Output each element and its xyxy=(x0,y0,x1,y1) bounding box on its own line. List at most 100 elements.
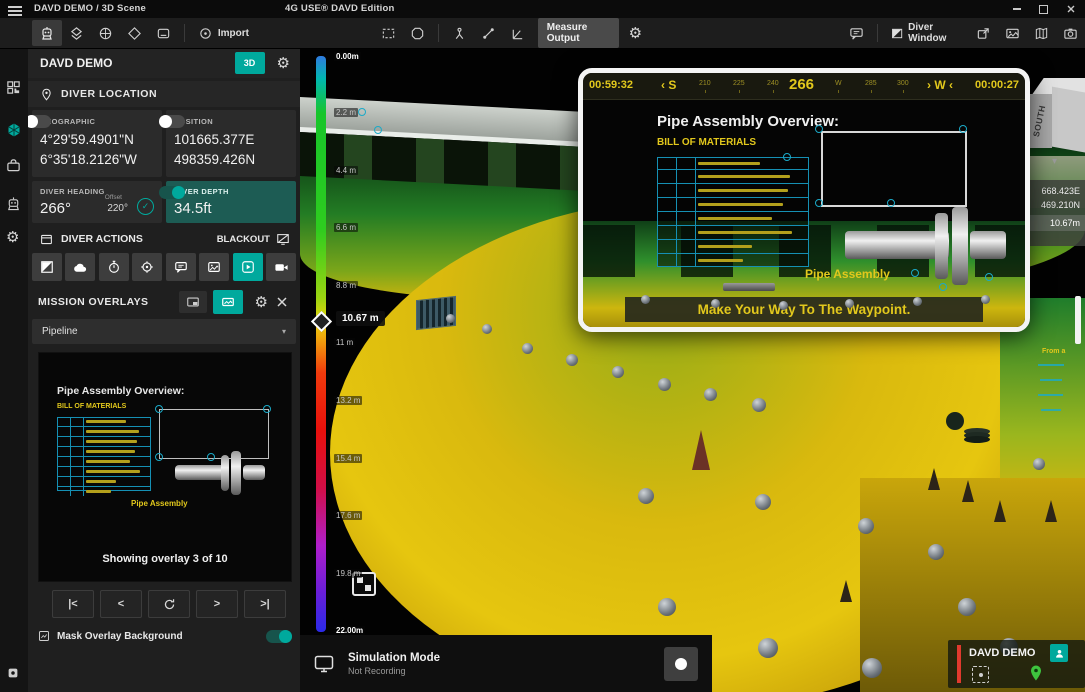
hud-compass-tick: 300 xyxy=(897,80,909,87)
edition-label: 4G USE® DAVD Edition xyxy=(285,3,395,14)
chat-button[interactable] xyxy=(842,20,871,46)
measure-line-button[interactable] xyxy=(474,20,503,46)
offset-check-icon[interactable]: ✓ xyxy=(137,198,154,215)
mask-overlay-toggle[interactable] xyxy=(266,630,292,643)
hud-instruction-banner: Make Your Way To The Waypoint. xyxy=(625,297,983,322)
close-overlays-icon[interactable] xyxy=(276,296,288,308)
left-icon-rail: ⚙ xyxy=(0,18,28,692)
last-overlay-button[interactable]: >| xyxy=(244,590,286,618)
timer-action-button[interactable] xyxy=(99,253,129,281)
sidebar-item-dashboard[interactable] xyxy=(6,80,22,96)
octagon-icon xyxy=(410,26,425,41)
preview-caption: Pipe Assembly xyxy=(131,499,188,508)
depth-tick: 11 m xyxy=(334,338,355,347)
recording-status-label: Not Recording xyxy=(348,666,440,676)
diver-window-label: Diver Window xyxy=(908,22,962,44)
import-button[interactable]: Import xyxy=(191,20,256,46)
right-edge-panel-strip xyxy=(1075,296,1081,344)
message-action-button[interactable] xyxy=(166,253,196,281)
angle-tool-button[interactable] xyxy=(503,20,532,46)
blackout-button[interactable]: BLACKOUT xyxy=(217,234,270,245)
camera-icon xyxy=(1063,26,1078,41)
diver-depth-toggle[interactable] xyxy=(159,186,185,199)
diver-window-popup[interactable]: 00:59:32 ‹ S 210 225 240 266 W 285 300 ›… xyxy=(578,68,1030,332)
map-button[interactable] xyxy=(1027,20,1056,46)
popout-button[interactable] xyxy=(969,20,998,46)
3d-scene-viewport[interactable]: 0.00m 2.2 m 4.4 m 6.6 m 8.8 m 11 m 13.2 … xyxy=(300,48,1085,692)
overlay-settings-gear-icon[interactable]: ⚙ xyxy=(255,295,268,310)
preview-subtitle: BILL OF MATERIALS xyxy=(57,403,126,410)
video-overlay-action-button[interactable] xyxy=(233,253,263,281)
panel-settings-gear-icon[interactable]: ⚙ xyxy=(277,56,290,71)
measure-output-button[interactable]: Measure Output xyxy=(538,18,619,48)
selection-tool-button[interactable] xyxy=(374,20,403,46)
restore-button[interactable] xyxy=(1034,2,1052,16)
diver-status-box[interactable]: DAVD DEMO xyxy=(948,640,1085,688)
preview-title: Pipe Assembly Overview: xyxy=(57,385,184,397)
diver-window-button[interactable]: Diver Window xyxy=(884,20,969,46)
disc-stack-object xyxy=(964,428,990,443)
tripod-tool-button[interactable] xyxy=(445,20,474,46)
screenshot-button[interactable] xyxy=(1056,20,1085,46)
overlay-fullscreen-button-active[interactable] xyxy=(213,290,243,314)
diver-robot-icon xyxy=(39,25,55,41)
refresh-overlay-button[interactable] xyxy=(148,590,190,618)
depth-tick: 17.6 m xyxy=(334,511,362,520)
seabed-sphere xyxy=(658,378,671,391)
scene-objects-button[interactable] xyxy=(91,20,120,46)
nav-cube-label: SOUTH xyxy=(1031,104,1047,138)
seabed-sphere xyxy=(704,388,717,401)
seabed-sphere xyxy=(752,398,766,412)
diver-view-button[interactable] xyxy=(32,20,62,46)
weather-action-button[interactable] xyxy=(65,253,95,281)
cube-chevron-down-icon[interactable]: ▾ xyxy=(1052,156,1057,167)
octagon-tool-button[interactable] xyxy=(403,20,432,46)
layers-button[interactable] xyxy=(62,20,91,46)
overlay-preview[interactable]: Pipe Assembly Overview: BILL OF MATERIAL… xyxy=(38,352,292,582)
screen-blackout-action-button[interactable] xyxy=(32,253,62,281)
overlay-pip-button[interactable] xyxy=(179,291,207,313)
image-icon xyxy=(1005,26,1020,41)
latitude-value: 4°29'59.4901"N xyxy=(40,132,134,147)
next-overlay-button[interactable]: > xyxy=(196,590,238,618)
diver-location-pin-icon[interactable] xyxy=(1028,664,1044,682)
sidebar-item-toolbox[interactable] xyxy=(6,158,22,174)
snapshot-gallery-button[interactable] xyxy=(998,20,1027,46)
depth-colorbar[interactable] xyxy=(316,56,326,632)
measure-settings-gear-icon[interactable]: ⚙ xyxy=(629,26,642,41)
hamburger-menu-icon[interactable] xyxy=(8,4,22,18)
diver-depth-value: 34.5ft xyxy=(174,200,212,217)
diver-badge-icon[interactable] xyxy=(1050,644,1068,662)
depth-marker-diamond[interactable] xyxy=(311,311,332,332)
seabed-sphere xyxy=(612,366,624,378)
card-button[interactable] xyxy=(149,20,178,46)
panel-header: DAVD DEMO 3D ⚙ xyxy=(28,48,300,78)
diver-depth-card: DIVER DEPTH 34.5ft xyxy=(166,181,296,223)
focus-crosshair-icon[interactable] xyxy=(972,666,989,683)
first-overlay-button[interactable]: |< xyxy=(52,590,94,618)
close-button[interactable] xyxy=(1062,2,1080,16)
camera-feed-action-button[interactable] xyxy=(266,253,296,281)
geographic-toggle[interactable] xyxy=(25,115,51,128)
play-icon xyxy=(241,260,255,274)
prev-overlay-button[interactable]: < xyxy=(100,590,142,618)
sidebar-item-diver[interactable] xyxy=(6,196,22,212)
seabed-sphere xyxy=(758,638,778,658)
markers-button[interactable] xyxy=(120,20,149,46)
simulation-mode-label: Simulation Mode xyxy=(348,652,440,664)
minimize-button[interactable] xyxy=(1008,2,1026,16)
depth-tick: 13.2 m xyxy=(334,396,362,405)
sidebar-item-settings[interactable]: ⚙ xyxy=(6,230,22,246)
overlay-dropdown[interactable]: Pipeline ▾ xyxy=(32,319,296,344)
selection-rect-icon xyxy=(381,26,396,41)
sidebar-item-plugin[interactable] xyxy=(6,666,22,682)
tripod-icon xyxy=(452,26,467,41)
sidebar-item-3d-scene-active[interactable] xyxy=(6,122,22,138)
overlay-image-action-button[interactable] xyxy=(199,253,229,281)
target-action-button[interactable] xyxy=(132,253,162,281)
record-button[interactable] xyxy=(664,647,698,681)
view-mode-3d-button[interactable]: 3D xyxy=(235,52,265,74)
window-icon xyxy=(40,233,53,246)
grid-cage-object xyxy=(416,296,456,330)
position-toggle[interactable] xyxy=(159,115,185,128)
